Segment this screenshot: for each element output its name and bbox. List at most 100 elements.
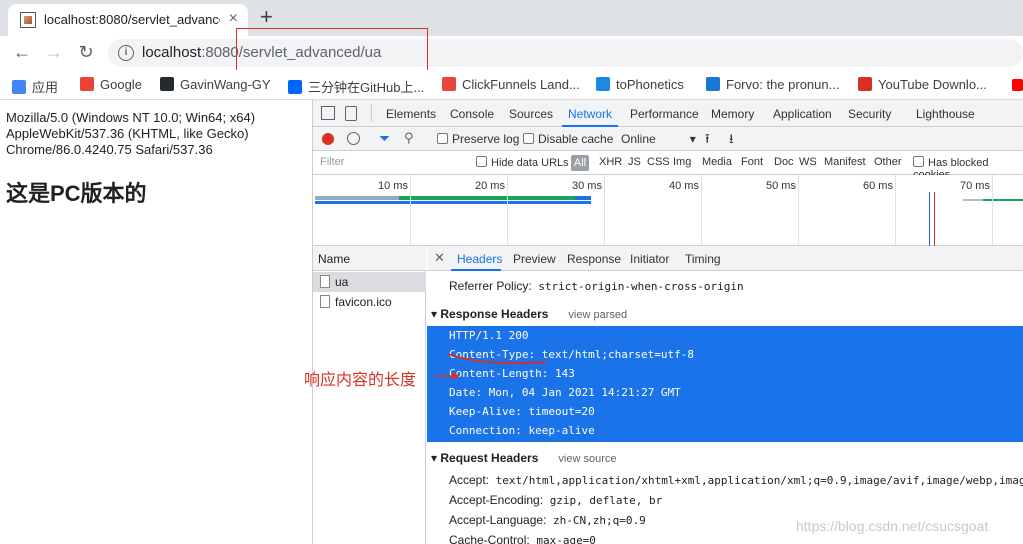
type-filter-other[interactable]: Other [874, 156, 902, 168]
tab-title: localhost:8080/servlet_advanced/ua [44, 12, 220, 27]
throttle-select[interactable]: Online ▾ [621, 132, 696, 146]
details-tab-response[interactable]: Response [567, 252, 621, 266]
filter-icon[interactable]: ⏷ [379, 130, 390, 147]
view-parsed-link[interactable]: view parsed [568, 309, 627, 321]
zhihu-icon [288, 80, 302, 94]
youtube-icon[interactable] [1012, 79, 1023, 91]
bookmark-item[interactable]: ClickFunnels Land... [442, 77, 580, 92]
page-viewport: Mozilla/5.0 (Windows NT 10.0; Win64; x64… [0, 100, 312, 544]
search-icon[interactable]: ⚲ [404, 130, 414, 146]
disable-cache-checkbox[interactable]: Disable cache [523, 132, 613, 146]
throttle-value: Online [621, 132, 656, 146]
timeline-tick-label: 10 ms [378, 180, 408, 192]
view-source-link[interactable]: view source [558, 453, 616, 465]
devtools-tab-network[interactable]: Network [568, 107, 612, 121]
google-icon [80, 77, 94, 91]
timeline-tick-label: 60 ms [863, 180, 893, 192]
inspect-element-icon[interactable] [321, 106, 335, 120]
hide-data-urls-checkbox[interactable]: Hide data URLs [476, 156, 569, 169]
response-headers-title: Response Headers [440, 307, 549, 321]
bookmark-item[interactable]: 应用 [12, 77, 58, 96]
browser-tab[interactable]: localhost:8080/servlet_advanced/ua × [8, 4, 248, 36]
devtools-tab-lighthouse[interactable]: Lighthouse [916, 107, 975, 121]
type-filter-manifest[interactable]: Manifest [824, 156, 866, 168]
referrer-policy-row: Referrer Policy: strict-origin-when-cros… [449, 279, 744, 293]
header-value: zh-CN,zh;q=0.9 [553, 514, 646, 527]
header-key: Connection: [449, 424, 522, 437]
bookmark-item[interactable]: toPhonetics [596, 77, 684, 92]
new-tab-button[interactable]: + [260, 4, 273, 30]
forvo-icon [706, 77, 720, 91]
site-info-icon[interactable]: i [118, 45, 134, 61]
network-timeline[interactable]: 10 ms 20 ms 30 ms 40 ms 50 ms 60 ms 70 ms [313, 175, 1023, 246]
network-filter-bar: Filter Hide data URLs All Has blocked co… [313, 151, 1023, 181]
tophonetics-icon [596, 77, 610, 91]
request-name: ua [335, 275, 349, 289]
timeline-bar-download [575, 196, 591, 200]
header-row: Accept-Language: zh-CN,zh;q=0.9 [449, 513, 646, 527]
devtools-tab-elements[interactable]: Elements [386, 107, 436, 121]
device-toolbar-icon[interactable] [345, 106, 357, 121]
timeline-gridline [410, 175, 411, 246]
type-filter-all[interactable]: All [571, 155, 589, 171]
details-tabbar: ✕ Headers Preview Response Initiator Timing [427, 246, 1023, 271]
timeline-gridline [701, 175, 702, 246]
reload-button[interactable]: ↻ [76, 42, 96, 62]
details-tab-initiator[interactable]: Initiator [630, 252, 669, 266]
request-row-ua[interactable]: ua [313, 272, 426, 292]
user-agent-text: Mozilla/5.0 (Windows NT 10.0; Win64; x64… [6, 110, 256, 157]
back-button[interactable]: ← [12, 42, 32, 62]
referrer-policy-value: strict-origin-when-cross-origin [538, 280, 744, 293]
forward-button[interactable]: → [44, 42, 64, 62]
type-filter-media[interactable]: Media [702, 156, 732, 168]
preserve-log-checkbox[interactable]: Preserve log [437, 132, 519, 146]
header-value: timeout=20 [528, 405, 595, 418]
timeline-gridline [895, 175, 896, 246]
devtools-tab-security[interactable]: Security [848, 107, 891, 121]
type-filter-img[interactable]: Img [673, 156, 691, 168]
request-name: favicon.ico [335, 295, 392, 309]
record-icon[interactable] [322, 133, 334, 145]
type-filter-xhr[interactable]: XHR [599, 156, 622, 168]
request-row-favicon[interactable]: favicon.ico [313, 292, 426, 312]
bookmark-item[interactable]: 三分钟在GitHub上... [288, 77, 424, 96]
header-value: gzip, deflate, br [549, 494, 663, 507]
details-tab-preview[interactable]: Preview [513, 252, 556, 266]
bookmark-item[interactable]: GavinWang-GY [160, 77, 271, 92]
bookmark-item[interactable]: Forvo: the pronun... [706, 77, 839, 92]
close-tab-icon[interactable]: × [229, 10, 238, 28]
header-value: keep-alive [528, 424, 595, 437]
document-icon [320, 275, 330, 288]
close-details-icon[interactable]: ✕ [434, 250, 445, 266]
export-har-icon[interactable]: ⭳ [729, 130, 734, 152]
header-key: Keep-Alive: [449, 405, 522, 418]
type-filter-ws[interactable]: WS [799, 156, 817, 168]
timeline-gridline [798, 175, 799, 246]
devtools-tab-console[interactable]: Console [450, 107, 494, 121]
devtools-tab-sources[interactable]: Sources [509, 107, 553, 121]
header-row: Accept: text/html,application/xhtml+xml,… [449, 473, 1023, 487]
bookmark-label: toPhonetics [616, 77, 684, 92]
name-column-header[interactable]: Name [313, 246, 426, 271]
response-headers-section[interactable]: ▾ Response Headers view parsed [431, 307, 627, 321]
chevron-down-icon: ▾ [689, 132, 696, 146]
filter-input[interactable]: Filter [315, 154, 465, 172]
timeline-bar-total [315, 201, 591, 204]
timeline-bar-favicon [983, 199, 1023, 201]
type-filter-css[interactable]: CSS [647, 156, 670, 168]
bookmark-item[interactable]: Google [80, 77, 142, 92]
bookmark-item[interactable]: YouTube Downlo... [858, 77, 987, 92]
clear-icon[interactable] [347, 132, 360, 145]
details-tab-timing[interactable]: Timing [685, 252, 721, 266]
devtools-tab-performance[interactable]: Performance [630, 107, 699, 121]
request-headers-section[interactable]: ▾ Request Headers view source [431, 451, 616, 465]
load-event-marker [934, 192, 935, 246]
type-filter-js[interactable]: JS [628, 156, 641, 168]
bookmark-label: 应用 [32, 80, 59, 95]
details-tab-headers[interactable]: Headers [457, 252, 502, 266]
devtools-tab-memory[interactable]: Memory [711, 107, 754, 121]
type-filter-font[interactable]: Font [741, 156, 763, 168]
type-filter-doc[interactable]: Doc [774, 156, 794, 168]
devtools-tab-application[interactable]: Application [773, 107, 832, 121]
import-har-icon[interactable]: ⭱ [705, 130, 710, 152]
